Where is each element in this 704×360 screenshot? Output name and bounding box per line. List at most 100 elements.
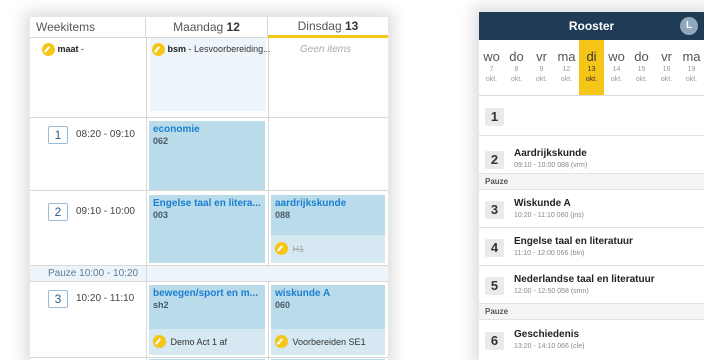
day-name: do xyxy=(634,49,649,64)
day-month: okt. xyxy=(485,76,498,83)
pencil-icon xyxy=(42,43,55,56)
lesson-subject: Geschiedenis xyxy=(514,329,580,340)
row-divider xyxy=(30,357,388,358)
lesson-card[interactable]: economie 062 xyxy=(149,121,265,190)
day-name: vr xyxy=(536,49,547,64)
lesson-info: 09:10 - 10:00 088 (vrm) xyxy=(514,162,588,169)
lesson-subject: aardrijkskunde xyxy=(275,198,347,209)
lesson-subject: Nederlandse taal en literatuur xyxy=(514,274,655,285)
tuesday-header[interactable]: Dinsdag 13 xyxy=(268,17,388,38)
timetable-header: Weekitems Maandag 12 Dinsdag 13 xyxy=(30,17,388,38)
lesson-card[interactable]: Engelse taal en litera... 003 xyxy=(149,195,265,263)
lesson-subject: economie xyxy=(153,124,200,135)
weekitems-header: Weekitems xyxy=(30,17,146,38)
pencil-icon xyxy=(152,43,165,56)
lesson-row[interactable]: 1 xyxy=(479,98,704,136)
lesson-subject: Engelse taal en literatuur xyxy=(514,236,633,247)
note-text: - Lesvoorbereiding... xyxy=(188,43,271,54)
period-number: 2 xyxy=(485,151,504,169)
lesson-room: sh2 xyxy=(153,300,169,310)
period-number: 3 xyxy=(485,201,504,219)
day-tab[interactable]: ma 12 okt. xyxy=(554,40,579,95)
column-divider xyxy=(146,38,147,360)
app-bar: Rooster L xyxy=(479,12,704,40)
lesson-subject: bewegen/sport en m... xyxy=(153,288,259,299)
period-number: 4 xyxy=(485,239,504,257)
monday-note[interactable]: bsm - Lesvoorbereiding... xyxy=(150,38,271,111)
day-date: 15 xyxy=(637,66,646,73)
lesson-row[interactable]: 2 Aardrijkskunde 09:10 - 10:00 088 (vrm) xyxy=(479,136,704,174)
tuesday-date: 13 xyxy=(345,19,359,33)
lesson-room: 088 xyxy=(275,210,291,220)
day-date: 13 xyxy=(587,66,596,73)
day-date: 14 xyxy=(612,66,621,73)
day-name: wo xyxy=(483,49,500,64)
lesson-subject: Aardrijkskunde xyxy=(514,148,587,159)
day-date: 9 xyxy=(539,66,544,73)
day-month: okt. xyxy=(685,76,698,83)
lesson-homework[interactable]: H1 xyxy=(271,235,385,263)
homework-text: Demo Act 1 af xyxy=(170,336,228,347)
day-date: 7 xyxy=(489,66,494,73)
no-items-label: Geen items xyxy=(300,44,352,55)
row-divider xyxy=(30,117,388,118)
lesson-subject: Engelse taal en litera... xyxy=(153,198,261,209)
day-month: okt. xyxy=(660,76,673,83)
lesson-subject: wiskunde A xyxy=(275,288,331,299)
monday-header[interactable]: Maandag 12 xyxy=(146,17,268,38)
homework-text: H1 xyxy=(292,243,305,254)
period-time: 10:20 - 11:10 xyxy=(76,293,135,304)
lesson-card[interactable]: bewegen/sport en m... sh2 Demo Act 1 af xyxy=(149,285,265,355)
pencil-icon xyxy=(275,335,288,348)
period-number: 1 xyxy=(48,126,68,144)
weekitem-note[interactable]: maat - xyxy=(42,43,84,56)
day-tab[interactable]: wo 7 okt. xyxy=(479,40,504,95)
day-name: ma xyxy=(682,49,701,64)
mobile-schedule: Rooster L wo 7 okt. do 8 okt. vr 9 okt. ma 12 okt. d… xyxy=(479,12,704,360)
day-tab[interactable]: vr 9 okt. xyxy=(529,40,554,95)
break-row: Pauze 10:00 - 10:20 xyxy=(30,266,146,281)
lesson-card[interactable]: wiskunde A 060 Voorbereiden SE1 xyxy=(271,285,385,355)
day-tab[interactable]: vr 16 okt. xyxy=(654,40,679,95)
row-divider xyxy=(30,190,388,191)
lesson-homework[interactable]: Demo Act 1 af xyxy=(149,329,265,355)
period-time: 08:20 - 09:10 xyxy=(76,129,135,140)
day-tab[interactable]: do 15 okt. xyxy=(629,40,654,95)
avatar[interactable]: L xyxy=(680,17,698,35)
desktop-timetable: Weekitems Maandag 12 Dinsdag 13 maat - b… xyxy=(30,17,388,360)
period-number: 6 xyxy=(485,332,504,350)
lesson-room: 060 xyxy=(275,300,291,310)
day-tab[interactable]: wo 14 okt. xyxy=(604,40,629,95)
period-number: 2 xyxy=(48,203,68,221)
column-divider xyxy=(268,38,269,360)
monday-date: 12 xyxy=(226,20,240,34)
day-month: okt. xyxy=(560,76,573,83)
lesson-room: 062 xyxy=(153,136,169,146)
lesson-homework[interactable]: Voorbereiden SE1 xyxy=(271,329,385,355)
day-month: okt. xyxy=(610,76,623,83)
pencil-icon xyxy=(153,335,166,348)
period-number: 5 xyxy=(485,277,504,295)
break-label: Pauze xyxy=(479,304,704,320)
day-tab[interactable]: di 13 okt. xyxy=(579,40,604,95)
day-month: okt. xyxy=(585,76,598,83)
period-number: 1 xyxy=(485,108,504,126)
day-name: do xyxy=(509,49,524,64)
day-tab[interactable]: ma 19 okt. xyxy=(679,40,704,95)
lesson-row[interactable]: 4 Engelse taal en literatuur 11:10 - 12:… xyxy=(479,228,704,266)
period-number: 3 xyxy=(48,290,68,308)
day-name: ma xyxy=(557,49,576,64)
day-date: 16 xyxy=(662,66,671,73)
day-month: okt. xyxy=(535,76,548,83)
monday-name: Maandag xyxy=(173,20,224,34)
day-tab[interactable]: do 8 okt. xyxy=(504,40,529,95)
note-user: bsm xyxy=(167,43,187,54)
lesson-row[interactable]: 6 Geschiedenis 13:20 - 14:10 066 (cle) xyxy=(479,320,704,360)
lesson-room: 003 xyxy=(153,210,169,220)
tuesday-name: Dinsdag xyxy=(297,19,342,33)
lesson-info: 11:10 - 12:00 066 (bin) xyxy=(514,250,585,257)
break-strip xyxy=(147,266,388,281)
lesson-card[interactable]: aardrijkskunde 088 H1 xyxy=(271,195,385,263)
lesson-row[interactable]: 3 Wiskunde A 10:20 - 11:10 060 (jns) xyxy=(479,190,704,228)
lesson-row[interactable]: 5 Nederlandse taal en literatuur 12:00 -… xyxy=(479,266,704,304)
